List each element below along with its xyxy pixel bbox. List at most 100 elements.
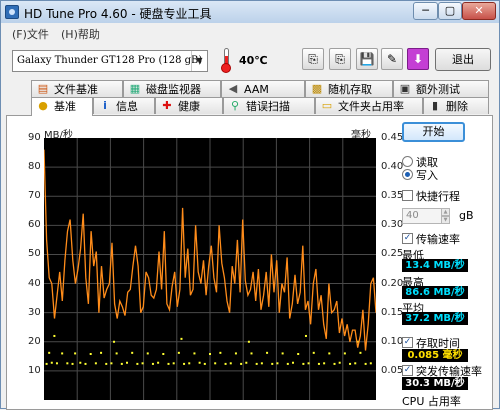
access-time-point	[84, 362, 87, 365]
save-icon: 💾	[359, 52, 375, 66]
left-tick-label: 50	[28, 248, 41, 260]
access-time-point	[209, 353, 211, 356]
copy-icon: ⎘	[308, 52, 318, 66]
access-time-point	[323, 362, 326, 365]
access-time-point	[126, 361, 128, 364]
access-time-point	[50, 361, 53, 364]
start-button[interactable]: 开始	[402, 122, 465, 142]
random-access-icon: ▩	[311, 82, 323, 95]
access-time-point	[266, 351, 269, 354]
access-time-point	[79, 361, 82, 364]
access-time-point	[151, 362, 154, 365]
menu-bar: (F)文件 (H)帮助	[1, 23, 499, 43]
copy-screenshot-button[interactable]: ⎘	[329, 48, 351, 70]
access-time-point	[281, 352, 284, 355]
access-time-point	[89, 353, 92, 356]
right-tick-label: 0.25	[381, 248, 404, 260]
access-time-point	[120, 362, 123, 365]
access-time-checkbox[interactable]: ✓	[402, 337, 413, 348]
access-time-point	[136, 362, 139, 365]
tab-folder-usage[interactable]: ▭ 文件夹占用率	[315, 97, 423, 114]
tab-row-top: ▤ 文件基准 ▦ 磁盘监视器 ◀ AAM ▩ 随机存取 ▣ 额外测试	[1, 80, 499, 97]
access-time-point	[131, 351, 134, 354]
read-radio[interactable]	[402, 156, 413, 167]
temperature-readout: 40℃	[239, 54, 268, 67]
access-time-point	[255, 362, 258, 365]
burst-rate-value: 30.3 MB/秒	[402, 377, 468, 390]
tab-info[interactable]: i 信息	[93, 97, 155, 114]
file-benchmark-icon: ▤	[37, 82, 49, 95]
tab-disk-monitor[interactable]: ▦ 磁盘监视器	[123, 80, 221, 97]
benchmark-icon: ●	[38, 99, 48, 112]
short-stroke-unit: gB	[459, 209, 474, 222]
tab-label: AAM	[244, 83, 269, 96]
access-time-value: 0.085 毫秒	[402, 349, 468, 362]
speaker-icon: ◀	[228, 82, 238, 95]
spin-up-icon[interactable]: ▲	[441, 208, 450, 216]
access-time-point	[55, 362, 58, 365]
right-tick-label: 0.05	[381, 364, 404, 376]
tab-benchmark[interactable]: ● 基准	[31, 97, 93, 116]
title-bar[interactable]: HD Tune Pro 4.60 - 硬盘专业工具 ─ ▢ ✕	[1, 1, 499, 23]
options-button[interactable]: ✎	[381, 48, 403, 70]
minimize-button[interactable]: ─	[413, 2, 438, 20]
copy-text-button[interactable]: ⎘	[302, 48, 324, 70]
window-title: HD Tune Pro 4.60 - 硬盘专业工具	[24, 7, 212, 21]
access-time-point	[198, 361, 201, 364]
access-time-point	[180, 337, 183, 340]
copy-green-icon: ⎘	[335, 52, 345, 66]
tab-random-access[interactable]: ▩ 随机存取	[305, 80, 393, 97]
maximize-button[interactable]: ▢	[438, 2, 462, 20]
transfer-rate-checkbox[interactable]: ✓	[402, 233, 413, 244]
download-button[interactable]: ⬇	[407, 48, 429, 70]
close-button[interactable]: ✕	[462, 2, 496, 20]
access-time-point	[271, 362, 274, 365]
right-tick-label: 0.45	[381, 132, 404, 143]
access-time-point	[53, 334, 56, 337]
write-radio[interactable]	[402, 169, 413, 180]
spin-down-icon[interactable]: ▼	[441, 216, 450, 224]
tab-health[interactable]: ✚ 健康	[155, 97, 223, 114]
save-button[interactable]: 💾	[356, 48, 378, 70]
access-time-point	[245, 361, 248, 364]
access-time-point	[292, 361, 294, 364]
access-time-point	[364, 362, 367, 365]
short-stroke-checkbox[interactable]	[402, 190, 413, 201]
burst-rate-checkbox[interactable]: ✓	[402, 365, 413, 376]
access-time-point	[45, 362, 48, 365]
chevron-down-icon[interactable]: ▼	[191, 51, 207, 71]
left-tick-label: 10	[28, 364, 41, 376]
access-time-point	[229, 362, 232, 365]
access-time-point	[260, 362, 263, 365]
health-icon: ✚	[162, 99, 172, 112]
tab-extra-tests[interactable]: ▣ 额外测试	[393, 80, 489, 97]
access-time-point	[177, 351, 180, 354]
access-time-point	[214, 362, 217, 365]
left-tick-label: 40	[28, 277, 41, 289]
access-time-point	[113, 340, 116, 343]
tab-aam[interactable]: ◀ AAM	[221, 80, 305, 97]
tab-label: 信息	[116, 100, 138, 113]
left-tick-label: 60	[28, 219, 41, 231]
tab-erase[interactable]: ▮ 删除	[423, 97, 489, 114]
right-tick-label: 0.10	[381, 335, 404, 347]
avg-value: 37.2 MB/秒	[402, 312, 468, 325]
access-time-point	[286, 362, 289, 365]
access-time-point	[105, 362, 108, 365]
tab-label: 文件夹占用率	[338, 100, 404, 113]
menu-help[interactable]: (H)帮助	[61, 26, 100, 42]
access-time-point	[302, 362, 305, 365]
left-tick-label: 80	[28, 161, 41, 173]
access-time-point	[369, 362, 372, 365]
access-time-point	[61, 352, 64, 355]
drive-select[interactable]: Galaxy Thunder GT128 Pro (128 gB) ▼	[12, 50, 208, 72]
access-time-point	[359, 351, 362, 354]
access-time-point	[172, 362, 175, 365]
exit-button[interactable]: 退出	[435, 48, 491, 71]
tab-file-benchmark[interactable]: ▤ 文件基准	[31, 80, 123, 97]
error-scan-icon: ⚲	[230, 99, 240, 112]
tab-error-scan[interactable]: ⚲ 错误扫描	[223, 97, 315, 114]
menu-file[interactable]: (F)文件	[12, 26, 49, 42]
app-icon	[5, 5, 19, 19]
left-tick-label: 30	[28, 306, 41, 318]
